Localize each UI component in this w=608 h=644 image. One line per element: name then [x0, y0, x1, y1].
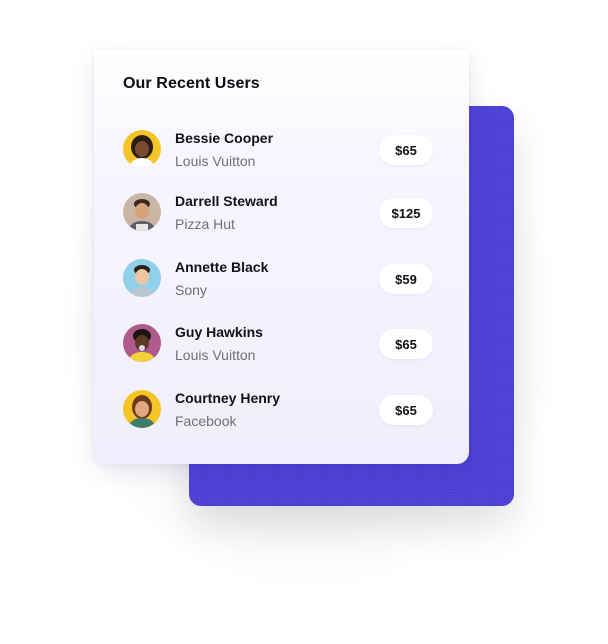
- amount-badge: $59: [379, 264, 433, 294]
- card-title: Our Recent Users: [123, 75, 260, 92]
- user-row-annette-black[interactable]: Annette Black Sony $59: [123, 259, 433, 299]
- user-company: Facebook: [175, 413, 237, 429]
- user-company: Louis Vuitton: [175, 347, 256, 363]
- user-avatar-icon: [123, 324, 161, 362]
- user-name: Courtney Henry: [175, 390, 281, 406]
- amount-badge: $65: [379, 135, 433, 165]
- user-row-darrell-steward[interactable]: Darrell Steward Pizza Hut $125: [123, 193, 433, 233]
- recent-users-card: Our Recent Users Bessie Cooper Louis Vui…: [94, 50, 469, 464]
- user-avatar-icon: [123, 193, 161, 231]
- amount-badge: $65: [379, 395, 433, 425]
- user-avatar-icon: [123, 130, 161, 168]
- user-name: Annette Black: [175, 259, 269, 275]
- user-name: Darrell Steward: [175, 193, 278, 209]
- amount-badge: $65: [379, 329, 433, 359]
- user-row-guy-hawkins[interactable]: Guy Hawkins Louis Vuitton $65: [123, 324, 433, 364]
- user-avatar-icon: [123, 390, 161, 428]
- amount-badge: $125: [379, 198, 433, 228]
- user-company: Sony: [175, 282, 207, 298]
- user-name: Bessie Cooper: [175, 130, 274, 146]
- user-name: Guy Hawkins: [175, 324, 263, 340]
- user-company: Louis Vuitton: [175, 153, 256, 169]
- user-row-bessie-cooper[interactable]: Bessie Cooper Louis Vuitton $65: [123, 130, 433, 170]
- user-avatar-icon: [123, 259, 161, 297]
- user-row-courtney-henry[interactable]: Courtney Henry Facebook $65: [123, 390, 433, 430]
- user-company: Pizza Hut: [175, 216, 235, 232]
